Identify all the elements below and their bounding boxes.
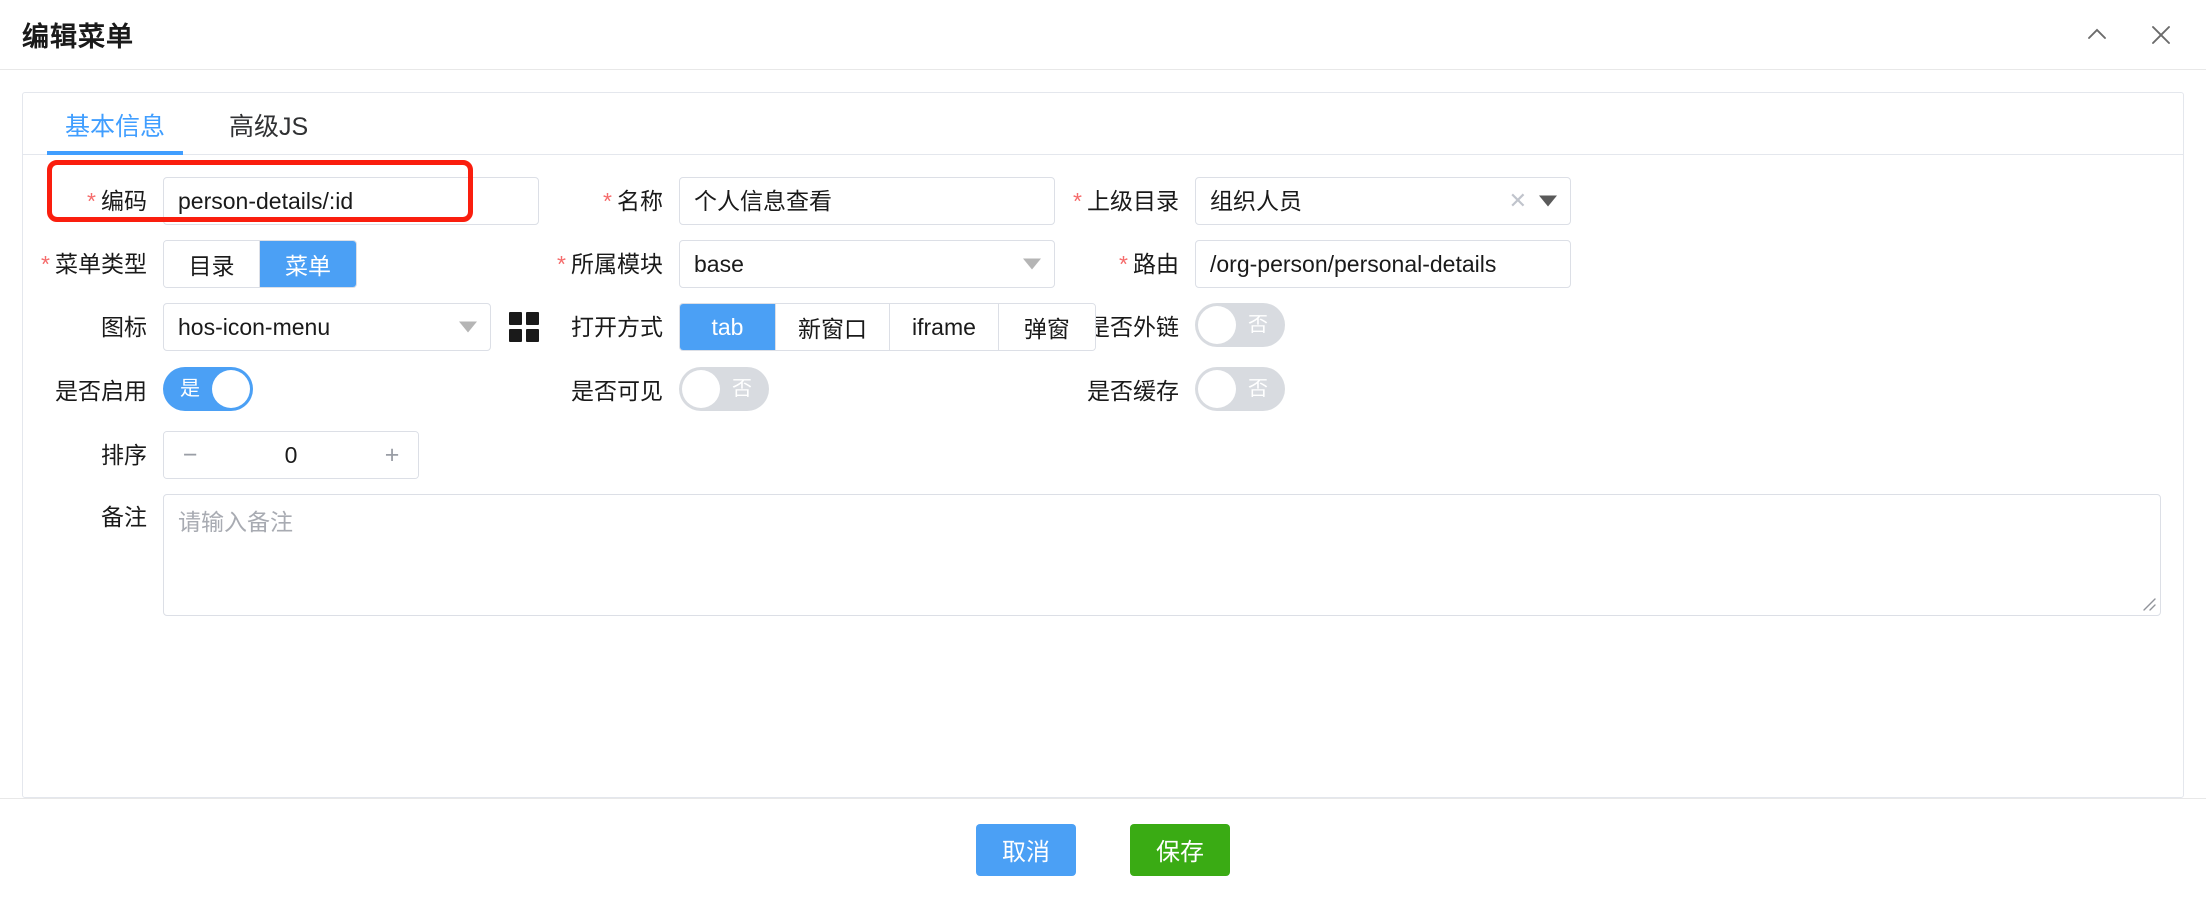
visible-toggle[interactable]: 否: [679, 367, 769, 411]
form-panel: 基本信息 高级JS * 编码 person-details/:id * 名称 个…: [22, 92, 2184, 798]
required-marker: *: [1073, 187, 1082, 214]
dialog-titlebar: 编辑菜单: [0, 0, 2206, 70]
sort-stepper: − 0 +: [163, 431, 419, 479]
cached-toggle[interactable]: 否: [1195, 367, 1285, 411]
dialog-footer: 取消 保存: [0, 798, 2206, 900]
field-code: * 编码 person-details/:id: [23, 177, 539, 225]
field-module-control: base: [679, 240, 1055, 288]
field-module: * 所属模块 base: [539, 240, 1055, 288]
tab-advanced-js[interactable]: 高级JS: [211, 115, 326, 154]
form-row-4: 是否启用 是 是否可见 否 是否缓存 否: [23, 367, 2183, 416]
required-marker: *: [87, 187, 96, 214]
field-cached: 是否缓存 否: [1055, 367, 1571, 416]
required-marker: *: [603, 187, 612, 214]
field-enabled-label: 是否启用: [55, 378, 147, 404]
field-icon: 图标 hos-icon-menu: [23, 303, 539, 351]
field-name-label: * 名称: [603, 187, 663, 214]
menu-type-segmented: 目录 菜单: [163, 240, 357, 288]
field-name: * 名称 个人信息查看: [539, 177, 1055, 225]
required-marker: *: [557, 250, 566, 277]
form-row-6: 备注 请输入备注: [23, 494, 2183, 616]
field-open-mode-control: tab 新窗口 iframe 弹窗: [679, 303, 1096, 351]
grid-icon[interactable]: [509, 312, 539, 342]
field-external-link-control: 否: [1195, 303, 1571, 352]
dialog-body: 基本信息 高级JS * 编码 person-details/:id * 名称 个…: [0, 70, 2206, 798]
field-parent-dir: * 上级目录 组织人员 ✕: [1055, 177, 1571, 225]
field-open-mode-label: 打开方式: [571, 313, 663, 340]
field-open-mode: 打开方式 tab 新窗口 iframe 弹窗: [539, 303, 1096, 351]
open-mode-option-new-window[interactable]: 新窗口: [776, 304, 890, 350]
form-row-5: 排序 − 0 +: [23, 431, 2183, 479]
sort-value[interactable]: 0: [216, 442, 366, 469]
toggle-knob: [1198, 306, 1236, 344]
remark-textarea[interactable]: 请输入备注: [163, 494, 2161, 616]
form-row-3: 图标 hos-icon-menu 打开方式 tab 新窗口 iframe 弹窗 …: [23, 303, 2183, 352]
chevron-up-icon[interactable]: [2082, 20, 2112, 50]
field-cached-control: 否: [1195, 367, 1571, 416]
tab-bar: 基本信息 高级JS: [23, 93, 2183, 155]
page-title: 编辑菜单: [22, 22, 134, 52]
field-menu-type: * 菜单类型 目录 菜单: [23, 240, 539, 288]
visible-state: 否: [732, 378, 752, 400]
field-menu-type-label: * 菜单类型: [41, 250, 147, 277]
open-mode-segmented: tab 新窗口 iframe 弹窗: [679, 303, 1096, 351]
field-parent-dir-label: * 上级目录: [1073, 187, 1179, 214]
field-name-control: 个人信息查看: [679, 177, 1055, 225]
required-marker: *: [1119, 250, 1128, 277]
module-select[interactable]: base: [679, 240, 1055, 288]
sort-increment-button[interactable]: +: [366, 432, 418, 478]
toggle-knob: [1198, 370, 1236, 408]
form-row-2: * 菜单类型 目录 菜单 * 所属模块 base * 路由 /org-perso…: [23, 240, 2183, 288]
sort-decrement-button[interactable]: −: [164, 432, 216, 478]
edit-menu-dialog: 编辑菜单 基本信息 高级JS * 编码 person-details/:id *…: [0, 0, 2206, 900]
field-route-control: /org-person/personal-details: [1195, 240, 1571, 288]
open-mode-option-tab[interactable]: tab: [680, 304, 776, 350]
field-menu-type-control: 目录 菜单: [163, 240, 539, 288]
menu-form: * 编码 person-details/:id * 名称 个人信息查看 * 上级…: [23, 155, 2183, 616]
tab-basic-info[interactable]: 基本信息: [47, 115, 184, 155]
required-marker: *: [41, 250, 50, 277]
field-code-label: * 编码: [87, 187, 147, 214]
field-enabled: 是否启用 是: [23, 367, 539, 416]
field-cached-label: 是否缓存: [1087, 378, 1179, 404]
close-icon[interactable]: [2146, 20, 2176, 50]
toggle-knob: [212, 370, 250, 408]
field-module-label: * 所属模块: [557, 250, 663, 277]
toggle-knob: [682, 370, 720, 408]
titlebar-actions: [2082, 20, 2184, 50]
route-input[interactable]: /org-person/personal-details: [1195, 240, 1571, 288]
field-remark-label: 备注: [101, 504, 147, 530]
field-route-label: * 路由: [1119, 250, 1179, 277]
field-visible-label: 是否可见: [571, 378, 663, 404]
field-visible: 是否可见 否: [539, 367, 1055, 416]
field-icon-label: 图标: [101, 313, 147, 340]
save-button[interactable]: 保存: [1130, 823, 1230, 876]
field-parent-dir-control: 组织人员 ✕: [1195, 177, 1571, 225]
name-input[interactable]: 个人信息查看: [679, 177, 1055, 225]
field-visible-control: 否: [679, 367, 1055, 416]
cached-state: 否: [1248, 378, 1268, 400]
field-sort: 排序 − 0 +: [23, 431, 419, 479]
field-remark: 备注 请输入备注: [23, 494, 2161, 616]
open-mode-option-iframe[interactable]: iframe: [890, 304, 999, 350]
field-sort-label: 排序: [101, 441, 147, 468]
field-enabled-control: 是: [163, 367, 539, 416]
form-row-1: * 编码 person-details/:id * 名称 个人信息查看 * 上级…: [23, 177, 2183, 225]
code-input[interactable]: person-details/:id: [163, 177, 539, 225]
enabled-state: 是: [180, 378, 200, 400]
field-code-control: person-details/:id: [163, 177, 539, 225]
field-icon-control: hos-icon-menu: [163, 303, 491, 351]
menu-type-option-menu[interactable]: 菜单: [260, 241, 356, 287]
icon-select[interactable]: hos-icon-menu: [163, 303, 491, 351]
external-link-state: 否: [1248, 314, 1268, 336]
field-route: * 路由 /org-person/personal-details: [1055, 240, 1571, 288]
enabled-toggle[interactable]: 是: [163, 367, 253, 411]
open-mode-option-dialog[interactable]: 弹窗: [998, 304, 1095, 350]
cancel-button[interactable]: 取消: [976, 823, 1076, 876]
field-external-link: 是否外链 否: [1055, 303, 1571, 352]
field-remark-control: 请输入备注: [163, 494, 2161, 616]
external-link-toggle[interactable]: 否: [1195, 303, 1285, 347]
clear-icon[interactable]: ✕: [1509, 190, 1527, 212]
menu-type-option-directory[interactable]: 目录: [164, 241, 260, 287]
